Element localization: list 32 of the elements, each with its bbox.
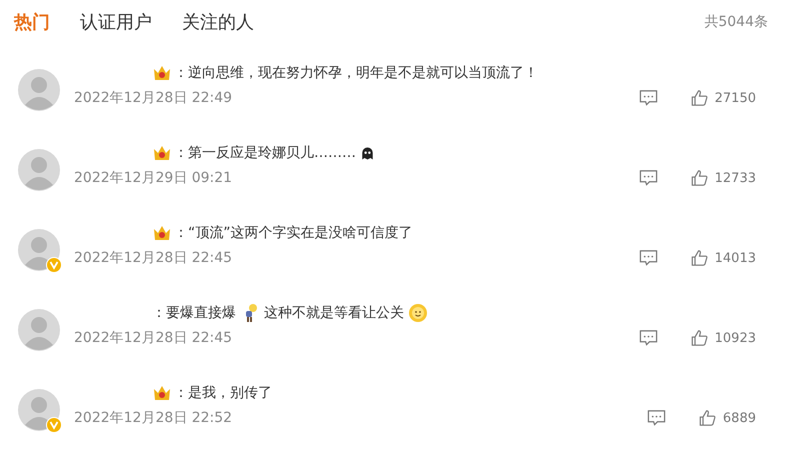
comment-icon[interactable] <box>638 169 658 187</box>
comment-icon[interactable] <box>638 249 658 267</box>
tab[interactable]: 热门 <box>14 10 50 34</box>
smiling-sun-icon <box>408 303 428 323</box>
thumbs-up-icon <box>690 169 709 187</box>
thumbs-up-icon <box>690 249 709 267</box>
comment-text: ：是我，别传了 <box>174 384 272 402</box>
comment-date: 2022年12月28日 22:52 <box>74 409 232 427</box>
comment-icon[interactable] <box>638 329 658 347</box>
thumbs-up-icon <box>690 329 709 347</box>
ghost-icon <box>360 146 375 160</box>
like-button[interactable]: 10923 <box>690 329 756 347</box>
thumbs-up-icon <box>698 409 717 427</box>
comment-text: ：“顶流”这两个字实在是没啥可信度了 <box>174 224 413 242</box>
like-button[interactable]: 27150 <box>690 89 756 107</box>
tab[interactable]: 关注的人 <box>182 10 254 34</box>
comment-date: 2022年12月28日 22:45 <box>74 249 232 267</box>
comment-text: ：逆向思维，现在努力怀孕，明年是不是就可以当顶流了！ <box>174 64 538 82</box>
comment-icon[interactable] <box>646 409 666 427</box>
like-button[interactable]: 14013 <box>690 249 756 267</box>
comment-date: 2022年12月28日 22:49 <box>74 89 232 107</box>
thumbs-up-icon <box>690 89 709 107</box>
tab[interactable]: 认证用户 <box>80 10 152 34</box>
comment-text: 这种不就是等看让公关 <box>264 304 404 322</box>
comment-date: 2022年12月28日 22:45 <box>74 329 232 347</box>
comment-icon[interactable] <box>638 89 658 107</box>
comment-count: 共5044条 <box>704 13 768 31</box>
comment-text: ：第一反应是玲娜贝儿……… <box>174 144 356 162</box>
like-button[interactable]: 6889 <box>698 409 756 427</box>
comment-date: 2022年12月29日 09:21 <box>74 169 232 187</box>
comment-text: ：要爆直接爆 <box>152 304 236 322</box>
like-button[interactable]: 12733 <box>690 169 756 187</box>
